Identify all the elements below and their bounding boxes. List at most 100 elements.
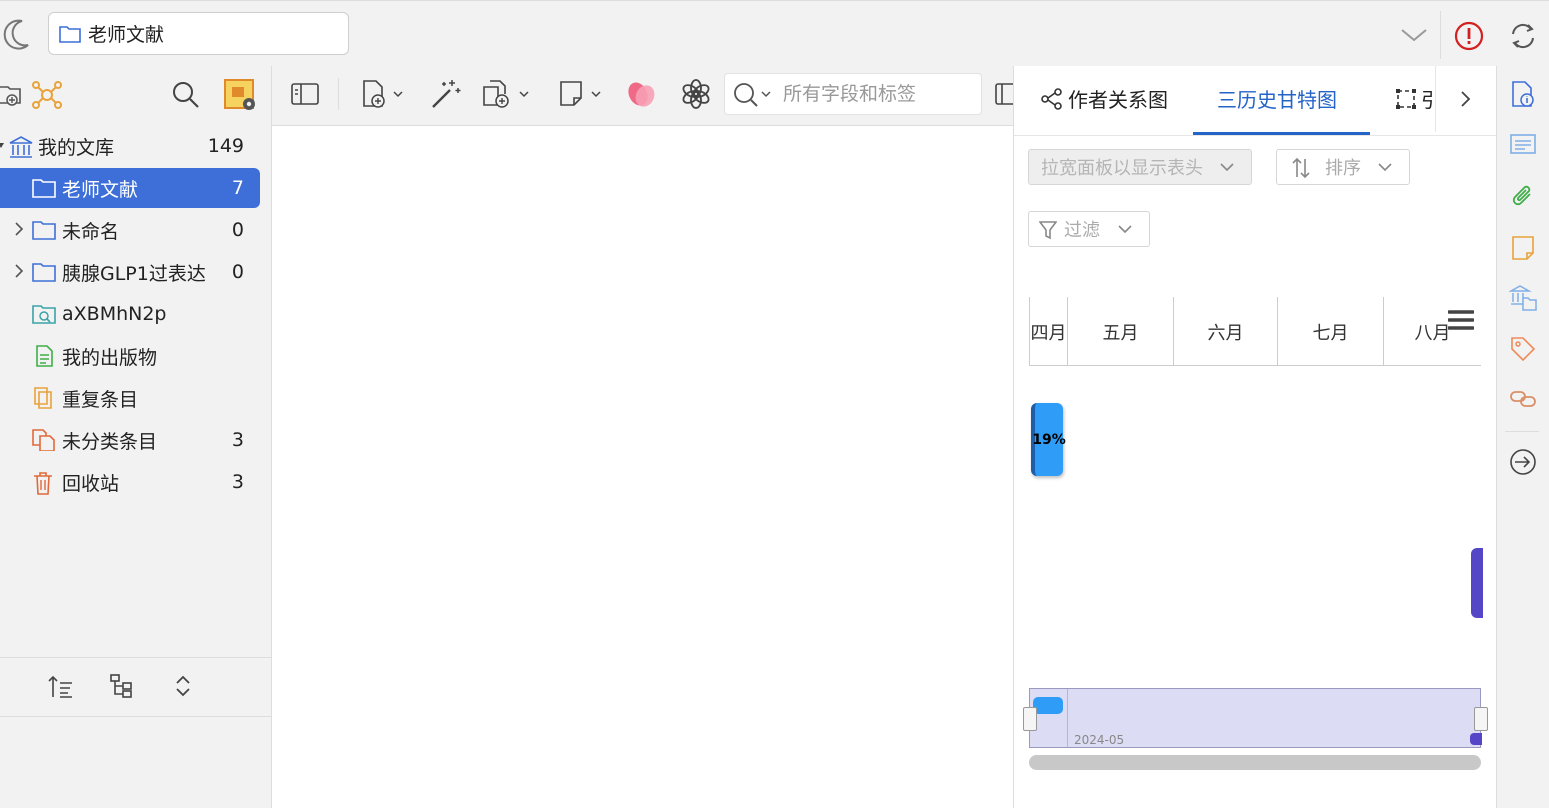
item-count: 149 bbox=[207, 135, 244, 157]
abstract-icon[interactable] bbox=[1510, 132, 1536, 156]
gantt-task-bar[interactable]: 19% bbox=[1031, 403, 1066, 476]
navigator-handle-right[interactable] bbox=[1474, 707, 1488, 731]
toggle-pane-icon[interactable] bbox=[290, 82, 320, 106]
divider bbox=[338, 78, 339, 110]
columns-dropdown[interactable]: 拉宽面板以显示表头 bbox=[1028, 149, 1252, 185]
dropdown-label: 过滤 bbox=[1064, 220, 1100, 241]
active-tab-indicator bbox=[1193, 132, 1370, 135]
library-item-label: 回收站 bbox=[62, 472, 120, 495]
graph-icon bbox=[1040, 87, 1064, 111]
divider bbox=[0, 716, 272, 717]
tab-history-gantt[interactable]: 三历史甘特图 bbox=[1217, 84, 1337, 113]
search-icon[interactable] bbox=[172, 81, 200, 109]
active-tab[interactable]: 老师文献 bbox=[48, 12, 349, 55]
chevron-down-icon[interactable] bbox=[1400, 27, 1428, 43]
unfiled-icon bbox=[31, 429, 57, 451]
search-input[interactable] bbox=[783, 83, 973, 105]
search-box[interactable] bbox=[724, 73, 982, 115]
folder-icon bbox=[31, 177, 57, 199]
locate-icon[interactable] bbox=[1509, 448, 1537, 476]
sync-icon[interactable] bbox=[1508, 21, 1538, 51]
related-icon[interactable] bbox=[1509, 388, 1537, 410]
sort-dropdown[interactable]: 排序 bbox=[1276, 149, 1410, 185]
new-collection-icon[interactable] bbox=[0, 82, 22, 108]
library-item-glp1[interactable]: 胰腺GLP1过表达 0 bbox=[0, 252, 260, 292]
menu-icon[interactable] bbox=[1448, 309, 1474, 331]
library-item-label: 我的文库 bbox=[38, 136, 115, 159]
moon-icon[interactable] bbox=[0, 17, 30, 51]
item-count: 7 bbox=[231, 177, 244, 199]
gantt-task-bar[interactable] bbox=[1471, 548, 1483, 618]
expand-arrow-icon[interactable] bbox=[0, 140, 4, 150]
item-pane: 作者关系图 三历史甘特图 引 拉宽面板以显示表头 排序 过滤 四月 五月 六月 … bbox=[1013, 66, 1497, 808]
month-cell: 四月 bbox=[1029, 297, 1067, 366]
library-item-teacher-papers[interactable]: 老师文献 7 bbox=[0, 168, 260, 208]
items-toolbar bbox=[272, 66, 1013, 126]
library-item-saved-search[interactable]: aXBMhN2p bbox=[0, 294, 260, 334]
divider bbox=[1067, 689, 1068, 747]
chevron-down-icon bbox=[1117, 224, 1133, 234]
panel-icon[interactable] bbox=[994, 82, 1013, 106]
trash-icon bbox=[31, 471, 57, 495]
navigator-date-label: 2024-05 bbox=[1074, 733, 1125, 747]
attachments-icon[interactable] bbox=[1510, 184, 1536, 210]
new-note-icon[interactable] bbox=[558, 79, 606, 109]
tree-icon[interactable] bbox=[109, 673, 135, 699]
top-bar: 老师文献 bbox=[0, 0, 1549, 66]
side-nav bbox=[1496, 66, 1549, 808]
chevron-right-icon[interactable] bbox=[1459, 90, 1471, 108]
gantt-navigator[interactable]: 2024-05 bbox=[1023, 688, 1488, 748]
publications-icon bbox=[31, 345, 57, 367]
divider bbox=[1435, 66, 1436, 132]
pane-tabs: 作者关系图 三历史甘特图 引 bbox=[1014, 66, 1497, 136]
notes-icon[interactable] bbox=[1510, 234, 1536, 262]
sort-icon[interactable] bbox=[48, 675, 74, 699]
library-item-trash[interactable]: 回收站 3 bbox=[0, 462, 260, 502]
tab-label: 三历史甘特图 bbox=[1217, 88, 1337, 112]
search-icon[interactable] bbox=[733, 82, 775, 108]
library-item-label: aXBMhN2p bbox=[62, 303, 167, 325]
folder-icon bbox=[58, 24, 82, 44]
library-item-label: 未命名 bbox=[62, 220, 120, 243]
frame-icon bbox=[1395, 88, 1417, 110]
expand-collapse-icon[interactable] bbox=[174, 673, 192, 699]
navigator-task-mini bbox=[1470, 733, 1482, 745]
tab-author-graph[interactable]: 作者关系图 bbox=[1040, 84, 1168, 113]
chevron-right-icon[interactable] bbox=[14, 264, 24, 278]
network-icon[interactable] bbox=[31, 80, 63, 110]
saved-search-icon bbox=[31, 303, 57, 325]
new-item-icon[interactable] bbox=[360, 79, 408, 109]
library-item-unnamed[interactable]: 未命名 0 bbox=[0, 210, 260, 250]
plugin-settings-icon[interactable] bbox=[223, 78, 257, 112]
library-item-label: 老师文献 bbox=[62, 178, 139, 201]
library-item-unfiled[interactable]: 未分类条目 3 bbox=[0, 420, 260, 460]
library-item-my-publications[interactable]: 我的出版物 bbox=[0, 336, 260, 376]
chevron-right-icon[interactable] bbox=[14, 222, 24, 236]
divider bbox=[1505, 431, 1539, 432]
tab-label: 引 bbox=[1421, 88, 1435, 112]
alert-icon[interactable] bbox=[1454, 21, 1484, 51]
library-item-label: 未分类条目 bbox=[62, 430, 158, 453]
library-icon bbox=[8, 135, 34, 159]
petal-icon[interactable] bbox=[626, 80, 658, 108]
library-item-my-library[interactable]: 我的文库 149 bbox=[0, 126, 260, 166]
folder-icon bbox=[31, 219, 57, 241]
info-icon[interactable] bbox=[1510, 80, 1536, 108]
library-item-label: 我的出版物 bbox=[62, 346, 158, 369]
libraries-collections-icon[interactable] bbox=[1509, 284, 1537, 312]
magic-wand-icon[interactable] bbox=[430, 78, 462, 110]
duplicate-icon bbox=[31, 387, 57, 409]
horizontal-scrollbar[interactable] bbox=[1029, 755, 1481, 770]
library-item-duplicates[interactable]: 重复条目 bbox=[0, 378, 260, 418]
filter-dropdown[interactable]: 过滤 bbox=[1028, 211, 1150, 247]
tab-label: 作者关系图 bbox=[1068, 88, 1168, 112]
divider bbox=[0, 657, 272, 658]
item-count: 3 bbox=[231, 471, 244, 493]
tags-icon[interactable] bbox=[1510, 336, 1536, 362]
add-attachment-icon[interactable] bbox=[482, 79, 534, 109]
tab-citation[interactable]: 引 bbox=[1395, 84, 1435, 113]
navigator-handle-left[interactable] bbox=[1023, 707, 1037, 731]
chatgpt-icon[interactable] bbox=[680, 78, 712, 110]
tab-title: 老师文献 bbox=[88, 24, 165, 46]
items-pane bbox=[272, 66, 1013, 808]
